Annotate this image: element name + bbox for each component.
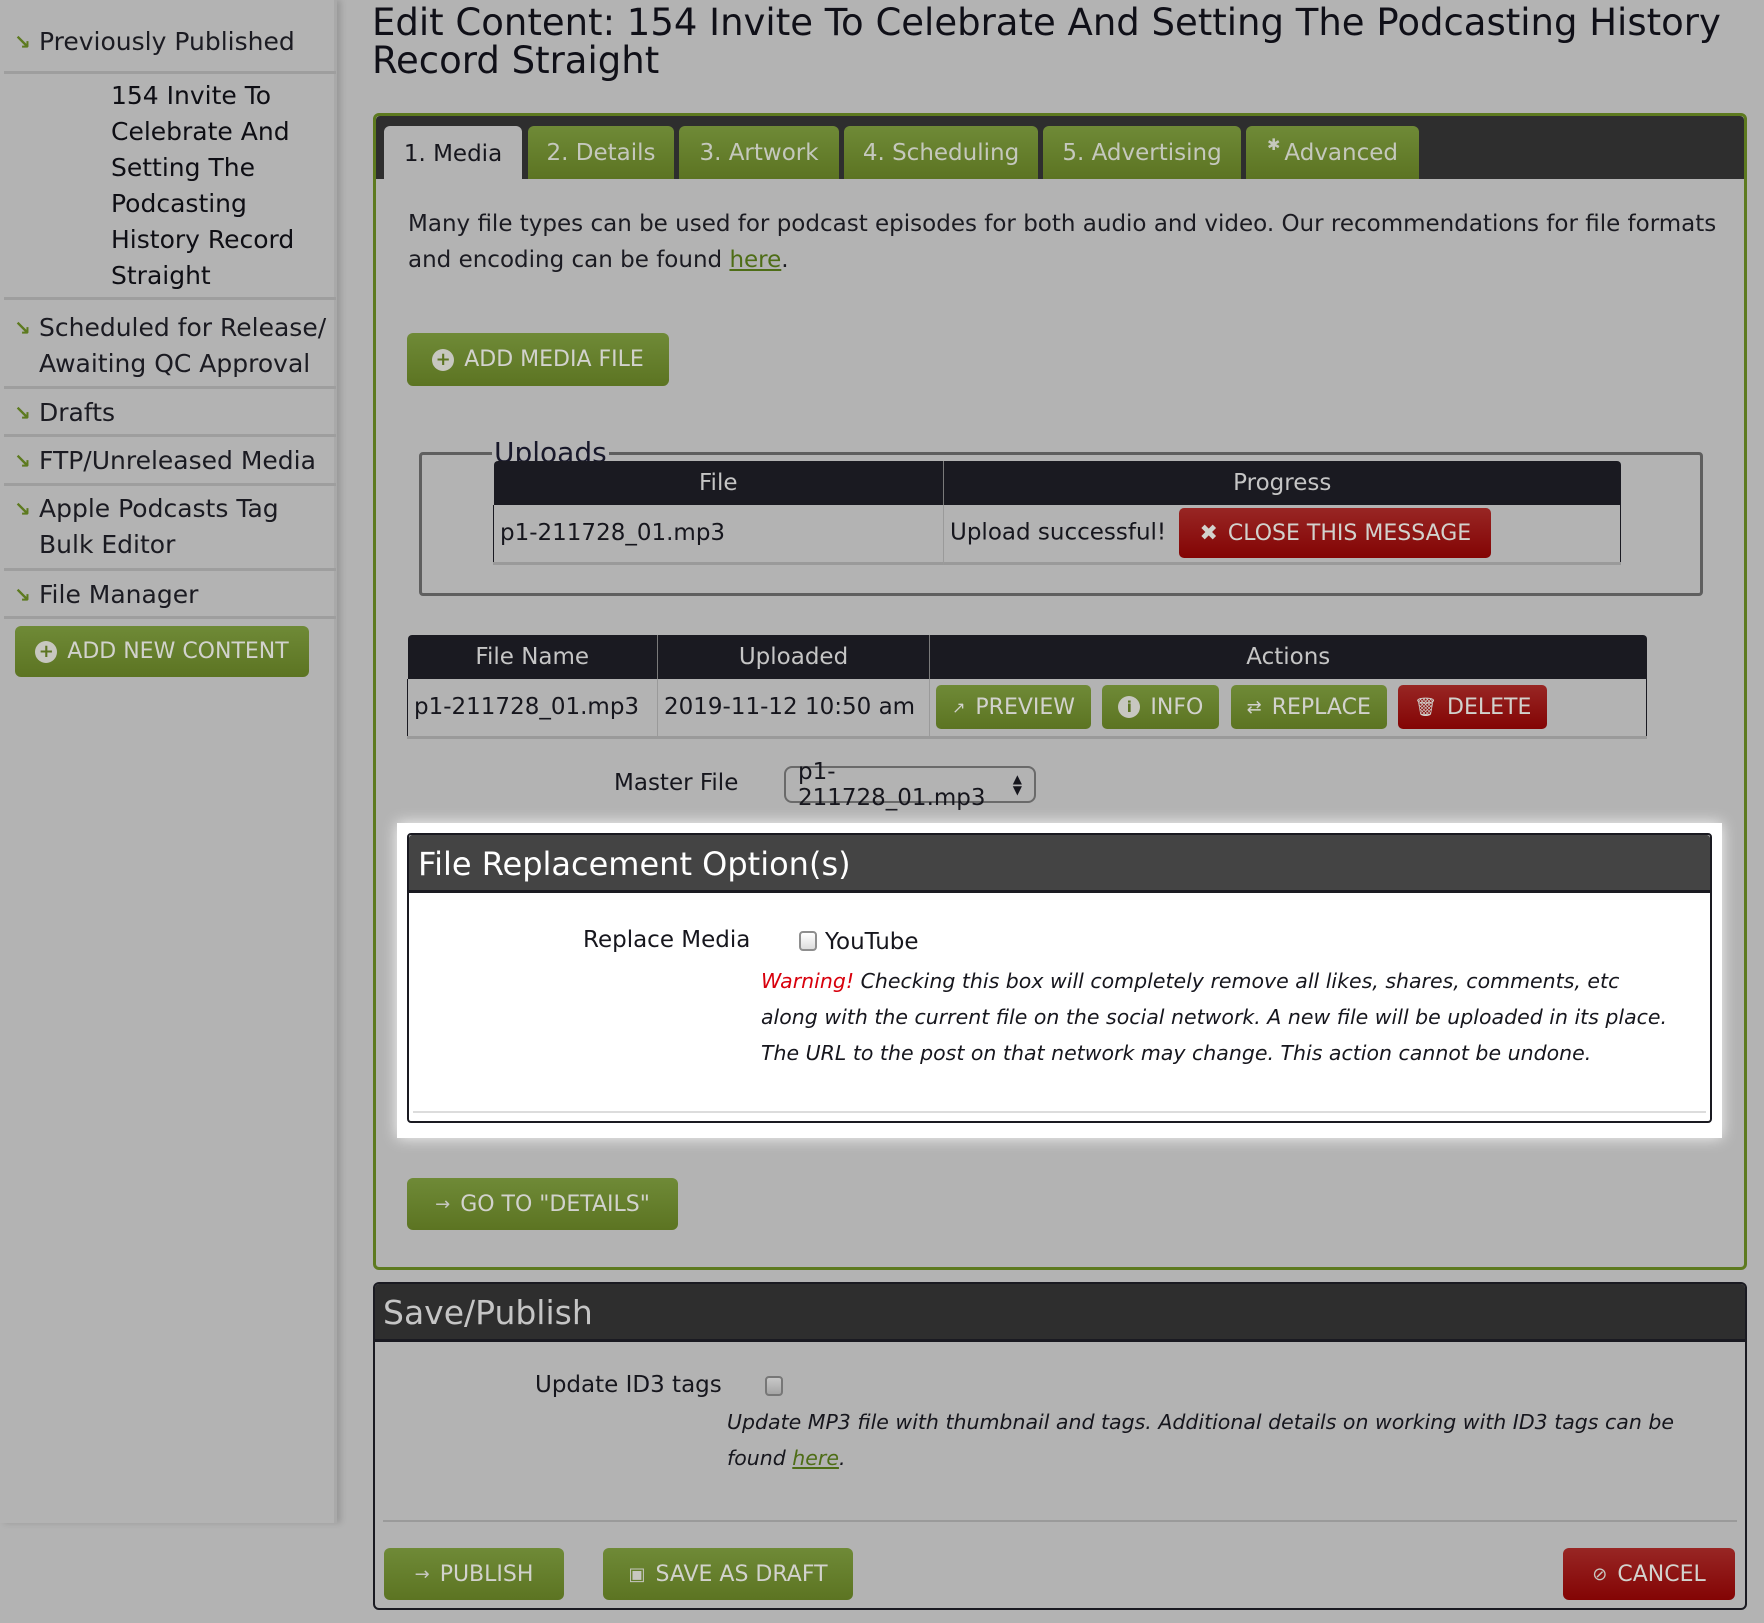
- uploads-table: File Progress p1-211728_01.mp3 Upload su…: [493, 461, 1621, 565]
- trash-icon: 🗑: [1414, 696, 1438, 718]
- replace-button[interactable]: ⇄ REPLACE: [1230, 685, 1387, 730]
- tab-advanced[interactable]: ✱ Advanced: [1246, 126, 1419, 179]
- file-replacement-title: File Replacement Option(s): [409, 835, 1710, 893]
- swap-arrows-icon: ⇄: [1246, 696, 1262, 718]
- arrow-down-right-icon: ↘: [14, 497, 31, 521]
- add-media-file-button[interactable]: + ADD MEDIA FILE: [407, 333, 669, 386]
- close-message-button[interactable]: ✖ CLOSE THIS MESSAGE: [1179, 508, 1492, 559]
- file-replacement-panel: File Replacement Option(s) Replace Media…: [407, 833, 1712, 1123]
- update-id3-checkbox[interactable]: [765, 1376, 783, 1396]
- external-link-icon: ↗: [952, 697, 966, 717]
- recommendations-link[interactable]: here: [729, 247, 781, 273]
- sidebar-item-file-manager[interactable]: ↘ File Manager: [4, 577, 336, 619]
- divider: [383, 1520, 1737, 1522]
- tab-details[interactable]: 2. Details: [528, 126, 674, 179]
- youtube-option-label[interactable]: YouTube: [825, 929, 919, 955]
- sidebar-item-drafts[interactable]: ↘ Drafts: [4, 395, 336, 437]
- preview-button[interactable]: ↗ PREVIEW: [936, 685, 1092, 730]
- arrow-down-right-icon: ↘: [14, 583, 31, 607]
- table-row: p1-211728_01.mp3 2019-11-12 10:50 am ↗ P…: [407, 679, 1647, 739]
- add-new-content-button[interactable]: + ADD NEW CONTENT: [15, 626, 309, 677]
- tab-artwork[interactable]: 3. Artwork: [679, 126, 839, 179]
- gear-icon: ✱: [1266, 135, 1281, 154]
- replacement-warning: Warning! Checking this box will complete…: [761, 969, 1668, 1065]
- upload-progress-cell: Upload successful! ✖ CLOSE THIS MESSAGE: [943, 505, 1621, 565]
- cancel-button[interactable]: ⊘ CANCEL: [1563, 1548, 1735, 1600]
- file-replacement-highlight: File Replacement Option(s) Replace Media…: [397, 823, 1722, 1138]
- id3-description: Update MP3 file with thumbnail and tags.…: [727, 1410, 1674, 1470]
- delete-button[interactable]: 🗑 DELETE: [1398, 685, 1548, 730]
- save-publish-panel: Save/Publish Update ID3 tags Update MP3 …: [373, 1282, 1747, 1610]
- sidebar-item-scheduled[interactable]: ↘ Scheduled for Release/ Awaiting QC App…: [4, 310, 336, 389]
- column-header-file: File: [493, 461, 944, 505]
- column-header-progress: Progress: [943, 461, 1621, 505]
- info-button[interactable]: i INFO: [1102, 685, 1220, 730]
- tab-advertising[interactable]: 5. Advertising: [1043, 126, 1241, 179]
- id3-help-link[interactable]: here: [792, 1446, 839, 1470]
- warning-prefix: Warning!: [761, 969, 855, 993]
- replace-media-label: Replace Media: [583, 927, 751, 953]
- ban-icon: ⊘: [1592, 1563, 1608, 1585]
- go-to-details-button[interactable]: → GO TO "DETAILS": [407, 1178, 678, 1230]
- save-publish-title: Save/Publish: [375, 1284, 1745, 1342]
- arrow-down-right-icon: ↘: [14, 401, 31, 425]
- tab-media[interactable]: 1. Media: [384, 126, 522, 182]
- media-file-name: p1-211728_01.mp3: [407, 679, 658, 739]
- arrow-right-icon: →: [414, 1563, 430, 1585]
- master-file-select[interactable]: p1-211728_01.mp3 ▲ ▼: [784, 759, 1036, 811]
- column-header-actions: Actions: [929, 635, 1647, 679]
- tab-bar: 1. Media 2. Details 3. Artwork 4. Schedu…: [376, 116, 1744, 182]
- column-header-file-name: File Name: [407, 635, 658, 679]
- media-files-table: File Name Uploaded Actions p1-211728_01.…: [407, 635, 1647, 739]
- sidebar-item-previously-published[interactable]: ↘ Previously Published: [4, 24, 336, 74]
- media-uploaded-date: 2019-11-12 10:50 am: [657, 679, 930, 739]
- save-as-draft-button[interactable]: ▣ SAVE AS DRAFT: [603, 1548, 853, 1600]
- media-actions-cell: ↗ PREVIEW i INFO ⇄ REPLACE 🗑 DELETE: [929, 679, 1647, 739]
- plus-circle-icon: +: [432, 348, 455, 371]
- column-header-uploaded: Uploaded: [657, 635, 930, 679]
- divider: [413, 1111, 1706, 1113]
- sidebar-item-ftp-unreleased[interactable]: ↘ FTP/Unreleased Media: [4, 443, 336, 486]
- publish-button[interactable]: → PUBLISH: [384, 1548, 564, 1600]
- floppy-disk-icon: ▣: [628, 1563, 646, 1585]
- sidebar-item-apple-tag-editor[interactable]: ↘ Apple Podcasts Tag Bulk Editor: [4, 491, 336, 571]
- upload-status: Upload successful!: [950, 519, 1167, 546]
- page-title: Edit Content: 154 Invite To Celebrate An…: [372, 1, 1721, 82]
- arrow-right-icon: →: [435, 1193, 451, 1215]
- arrow-down-right-icon: ↘: [14, 449, 31, 473]
- current-content-title: 154 Invite To Celebrate And Setting The …: [111, 81, 295, 290]
- youtube-replace-checkbox[interactable]: [799, 931, 817, 951]
- master-file-row: Master File p1-211728_01.mp3 ▲ ▼: [376, 759, 1744, 811]
- arrow-down-right-icon: ↘: [14, 30, 31, 54]
- upload-file-name: p1-211728_01.mp3: [493, 505, 944, 565]
- sidebar: ↘ Previously Published 154 Invite To Cel…: [0, 0, 337, 1523]
- tab-scheduling[interactable]: 4. Scheduling: [844, 126, 1038, 179]
- select-arrows-icon: ▲ ▼: [1012, 771, 1022, 797]
- media-description: Many file types can be used for podcast …: [408, 211, 1717, 273]
- plus-circle-icon: +: [35, 640, 58, 663]
- sidebar-current-content[interactable]: 154 Invite To Celebrate And Setting The …: [4, 74, 336, 300]
- close-x-icon: ✖: [1199, 520, 1218, 546]
- table-row: p1-211728_01.mp3 Upload successful! ✖ CL…: [493, 505, 1621, 565]
- info-icon: i: [1118, 696, 1141, 719]
- arrow-down-right-icon: ↘: [14, 316, 31, 340]
- update-id3-label: Update ID3 tags: [535, 1372, 722, 1398]
- master-file-label: Master File: [614, 770, 739, 796]
